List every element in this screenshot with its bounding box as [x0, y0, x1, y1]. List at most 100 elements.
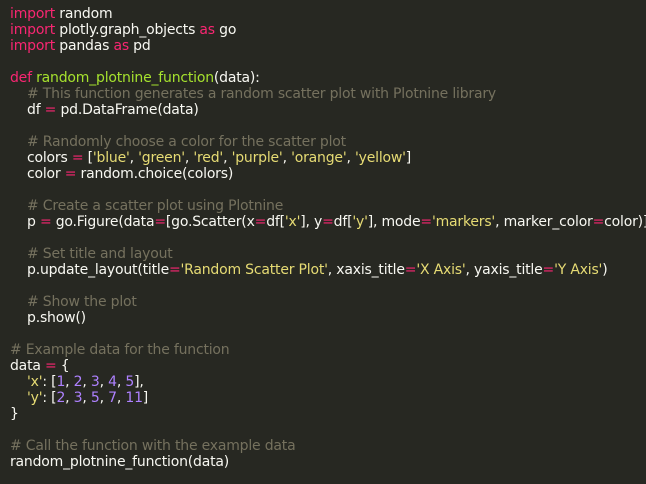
code-token-str: 'x' — [27, 374, 43, 390]
code-line[interactable]: # Call the function with the example dat… — [10, 438, 646, 454]
code-token-str: 'green' — [138, 150, 185, 166]
code-token-num: 4 — [108, 374, 117, 390]
code-token-pl: , — [223, 150, 232, 166]
code-line[interactable] — [10, 278, 646, 294]
code-token-num: 11 — [125, 390, 143, 406]
code-line[interactable]: # Example data for the function — [10, 342, 646, 358]
code-token-str: 'y' — [352, 214, 368, 230]
code-line[interactable] — [10, 230, 646, 246]
code-token-op: = — [322, 214, 334, 230]
code-token-cm: # Show the plot — [27, 294, 137, 310]
code-line[interactable]: import pandas as pd — [10, 38, 646, 54]
code-token-pl: : [ — [42, 374, 57, 390]
code-token-pl: color)]) — [604, 214, 646, 230]
code-token-num: 1 — [56, 374, 66, 390]
code-line[interactable]: p.show() — [10, 310, 646, 326]
code-token-op: = — [404, 262, 417, 278]
code-line[interactable] — [10, 118, 646, 134]
code-token-num: 3 — [90, 374, 100, 390]
code-token-kw: as — [199, 22, 215, 38]
code-token-kw: import — [10, 38, 56, 54]
code-token-op: = — [542, 262, 555, 278]
code-line[interactable]: 'y': [2, 3, 5, 7, 11] — [10, 390, 646, 406]
code-line[interactable]: import random — [10, 6, 646, 22]
code-line[interactable] — [10, 326, 646, 342]
code-token-op: = — [592, 214, 605, 230]
code-token-pl: [go.Scatter(x — [165, 214, 255, 230]
code-line[interactable]: colors = ['blue', 'green', 'red', 'purpl… — [10, 150, 646, 166]
code-token-kw: import — [10, 6, 56, 22]
code-token-pl: [ — [83, 150, 93, 166]
code-token-pl: go — [214, 22, 237, 38]
code-token-pl: ], — [134, 374, 144, 390]
code-line[interactable]: # Randomly choose a color for the scatte… — [10, 134, 646, 150]
code-token-str: 'Random Scatter Plot' — [180, 262, 328, 278]
code-token-cm: # Set title and layout — [27, 246, 173, 262]
code-token-num: 5 — [90, 390, 100, 406]
code-token-pl: , — [99, 374, 109, 390]
code-token-op: = — [420, 214, 432, 230]
code-token-pl: color — [10, 166, 65, 182]
code-token-cm: # Create a scatter plot using Plotnine — [27, 198, 284, 214]
code-token-pl: , — [282, 150, 292, 166]
code-token-pl: , — [129, 150, 139, 166]
code-token-str: 'Y Axis' — [554, 262, 603, 278]
code-token-pl: , — [346, 150, 355, 166]
code-line[interactable]: import plotly.graph_objects as go — [10, 22, 646, 38]
code-line[interactable]: # Set title and layout — [10, 246, 646, 262]
code-token-pl: df[ — [333, 214, 353, 230]
code-line[interactable]: # Create a scatter plot using Plotnine — [10, 198, 646, 214]
code-token-str: 'blue' — [92, 150, 130, 166]
code-line[interactable] — [10, 182, 646, 198]
code-token-pl: ) — [602, 262, 608, 278]
code-line[interactable]: random_plotnine_function(data) — [10, 454, 646, 470]
code-editor[interactable]: import random import plotly.graph_objects… — [0, 0, 646, 484]
code-token-pl: pandas — [55, 38, 114, 54]
code-token-kw: def — [10, 70, 32, 86]
code-token-pl: , — [65, 374, 74, 390]
code-token-pl: plotly.graph_objects — [55, 22, 200, 38]
code-line[interactable]: color = random.choice(colors) — [10, 166, 646, 182]
code-token-pl: random_plotnine_function(data) — [10, 454, 230, 470]
code-token-num: 2 — [56, 390, 66, 406]
code-token-op: = — [154, 214, 166, 230]
code-line[interactable]: # Show the plot — [10, 294, 646, 310]
code-token-op: = — [254, 214, 267, 230]
code-token-pl: (data): — [213, 70, 260, 86]
code-token-str: 'red' — [193, 150, 224, 166]
code-token-pl: , — [99, 390, 109, 406]
code-line[interactable]: df = pd.DataFrame(data) — [10, 102, 646, 118]
code-token-op: = — [45, 358, 57, 374]
code-line[interactable]: p = go.Figure(data=[go.Scatter(x=df['x']… — [10, 214, 646, 230]
code-token-pl: df[ — [266, 214, 285, 230]
code-token-pl: colors — [10, 150, 72, 166]
code-line[interactable]: } — [10, 406, 646, 422]
code-token-pl: ] — [405, 150, 412, 166]
code-token-pl: , xaxis_title — [327, 262, 405, 278]
code-line[interactable]: data = { — [10, 358, 646, 374]
code-token-str: 'orange' — [291, 150, 347, 166]
code-token-str: 'x' — [284, 214, 301, 230]
code-token-str: 'y' — [27, 390, 43, 406]
code-line[interactable]: def random_plotnine_function(data): — [10, 70, 646, 86]
code-token-pl: pd.DataFrame(data) — [56, 102, 199, 118]
code-token-op: = — [64, 166, 77, 182]
code-token-fn: random_plotnine_function — [36, 70, 214, 86]
code-line[interactable]: # This function generates a random scatt… — [10, 86, 646, 102]
code-line[interactable]: p.update_layout(title='Random Scatter Pl… — [10, 262, 646, 278]
code-token-str: 'markers' — [431, 214, 496, 230]
code-line[interactable] — [10, 422, 646, 438]
code-token-pl: , — [65, 390, 74, 406]
code-line[interactable] — [10, 54, 646, 70]
code-token-pl: p.show() — [10, 310, 86, 326]
code-token-pl: go.Figure(data — [51, 214, 155, 230]
code-token-pl: ], y — [300, 214, 323, 230]
code-token-pl: : [ — [42, 390, 57, 406]
code-line[interactable]: 'x': [1, 2, 3, 4, 5], — [10, 374, 646, 390]
